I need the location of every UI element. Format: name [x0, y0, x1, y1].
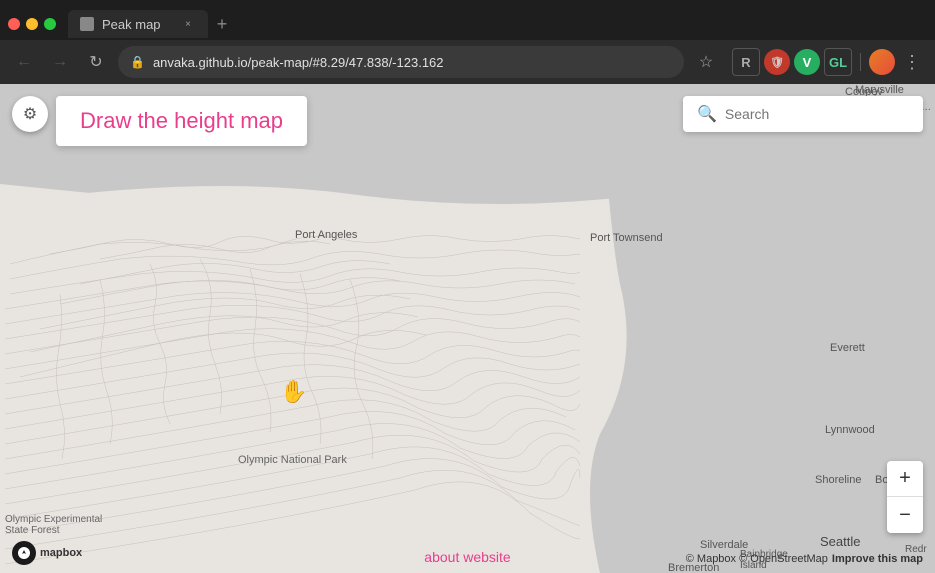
address-bar[interactable]: 🔒 anvaka.github.io/peak-map/#8.29/47.838… — [118, 46, 684, 78]
search-input[interactable] — [725, 106, 909, 122]
label-olympic-experimental: Olympic ExperimentalState Forest — [5, 514, 102, 536]
close-window-button[interactable] — [8, 18, 20, 30]
tab-close-button[interactable]: × — [180, 16, 196, 32]
url-text: anvaka.github.io/peak-map/#8.29/47.838/-… — [153, 55, 444, 70]
mapbox-icon-svg — [17, 546, 31, 560]
map-background — [0, 84, 935, 573]
settings-button[interactable]: ⚙ — [12, 96, 48, 132]
r-extension-button[interactable]: R — [732, 48, 760, 76]
label-port-angeles: Port Angeles — [295, 229, 357, 241]
label-seattle: Seattle — [820, 534, 860, 549]
gl-extension-button[interactable]: GL — [824, 48, 852, 76]
traffic-lights — [8, 18, 56, 30]
label-olympic-national-park: Olympic National Park — [238, 454, 347, 466]
browser-actions: R 🛡 V GL ⋮ — [732, 48, 925, 76]
attribution-text: © Mapbox © OpenStreetMap — [686, 553, 828, 565]
draw-prompt-text: Draw the height map — [80, 108, 283, 133]
lock-icon: 🔒 — [130, 55, 145, 69]
draw-prompt-box: Draw the height map — [56, 96, 307, 146]
zoom-controls: + − — [887, 461, 923, 533]
maximize-window-button[interactable] — [44, 18, 56, 30]
label-everett: Everett — [830, 342, 865, 354]
back-button[interactable]: ← — [10, 48, 38, 76]
search-icon: 🔍 — [697, 104, 717, 124]
new-tab-button[interactable]: + — [208, 10, 236, 38]
shield-extension-button[interactable]: 🛡 — [764, 49, 790, 75]
mapbox-logo-icon — [12, 541, 36, 565]
browser-chrome: Peak map × + ← → ↻ 🔒 anvaka.github.io/pe… — [0, 0, 935, 84]
gear-icon: ⚙ — [23, 104, 37, 124]
map-container[interactable]: Port Angeles Port Townsend Marysville La… — [0, 84, 935, 573]
mapbox-label: mapbox — [40, 547, 82, 559]
profile-avatar[interactable] — [869, 49, 895, 75]
label-shoreline: Shoreline — [815, 474, 861, 486]
separator — [860, 53, 861, 71]
v-extension-button[interactable]: V — [794, 49, 820, 75]
improve-map-link[interactable]: Improve this map — [832, 553, 923, 565]
active-tab[interactable]: Peak map × — [68, 10, 208, 38]
zoom-in-button[interactable]: + — [887, 461, 923, 497]
tab-title: Peak map — [102, 17, 172, 32]
address-bar-row: ← → ↻ 🔒 anvaka.github.io/peak-map/#8.29/… — [0, 40, 935, 84]
label-port-townsend: Port Townsend — [590, 232, 663, 244]
mapbox-logo: mapbox — [12, 541, 82, 565]
forward-button[interactable]: → — [46, 48, 74, 76]
map-attribution: © Mapbox © OpenStreetMap Improve this ma… — [686, 553, 923, 565]
zoom-out-button[interactable]: − — [887, 497, 923, 533]
browser-menu-button[interactable]: ⋮ — [899, 52, 925, 73]
tab-bar: Peak map × + — [0, 0, 935, 40]
about-website-link[interactable]: about website — [424, 549, 510, 565]
reload-button[interactable]: ↻ — [82, 48, 110, 76]
label-lynnwood: Lynnwood — [825, 424, 875, 436]
search-box[interactable]: 🔍 — [683, 96, 923, 132]
tab-favicon — [80, 17, 94, 31]
bookmark-button[interactable]: ☆ — [692, 48, 720, 76]
minimize-window-button[interactable] — [26, 18, 38, 30]
